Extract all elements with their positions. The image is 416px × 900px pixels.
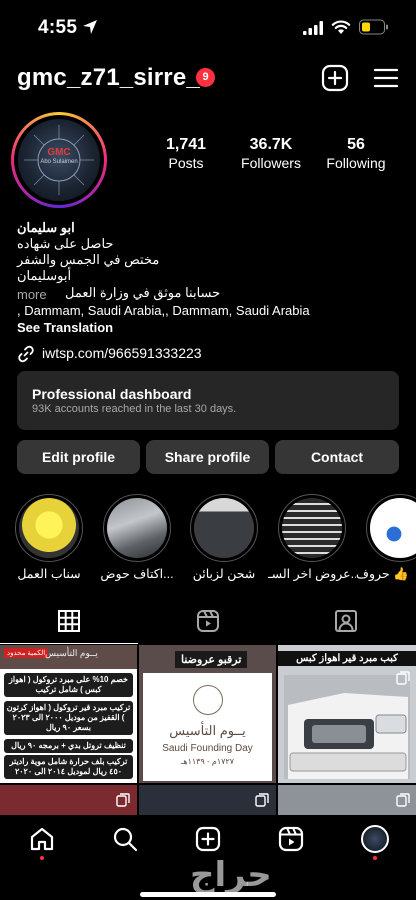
carousel-icon bbox=[396, 671, 410, 685]
post-text-line: تركيب مبرد قير تروكول ( اهواز كرتون ) ال… bbox=[4, 701, 133, 735]
highlight-label: اكتاف حوض... bbox=[100, 567, 174, 581]
status-bar: 4:55 bbox=[0, 0, 416, 54]
menu-icon[interactable] bbox=[372, 64, 400, 92]
carousel-icon bbox=[116, 793, 130, 807]
profile-link-text[interactable]: iwtsp.com/966591333223 bbox=[42, 345, 202, 361]
status-time: 4:55 bbox=[38, 17, 78, 38]
tagged-icon[interactable] bbox=[334, 609, 358, 633]
search-icon[interactable] bbox=[112, 826, 138, 852]
post-header: كبب مبرد قير اهواز كبس bbox=[278, 651, 416, 666]
post-tag: الكمية محدود bbox=[4, 648, 49, 658]
highlight-image bbox=[19, 498, 79, 558]
bio-line-2: مختص في الجمس والشفر bbox=[17, 252, 160, 267]
see-translation-link[interactable]: See Translation bbox=[17, 319, 113, 336]
followers-value: 36.7K bbox=[249, 136, 293, 153]
create-post-icon[interactable] bbox=[195, 826, 221, 852]
home-indicator[interactable] bbox=[140, 892, 276, 897]
wifi-icon bbox=[331, 20, 351, 34]
bio-line-3: أبوسليمان bbox=[17, 268, 72, 283]
new-post-icon[interactable] bbox=[321, 64, 349, 92]
dashboard-subtitle: 93K accounts reached in the last 30 days… bbox=[32, 403, 237, 415]
followers-count[interactable]: 36.7K Followers bbox=[236, 136, 306, 171]
cellular-signal-icon bbox=[303, 21, 323, 35]
post-tile[interactable]: ترقبو عروضنا يــوم التأسيس Saudi Foundin… bbox=[139, 645, 276, 783]
founding-day-title-ar: يــوم التأسيس bbox=[169, 723, 246, 738]
location-arrow-icon bbox=[83, 20, 97, 34]
followers-label: Followers bbox=[241, 155, 301, 171]
carousel-icon bbox=[396, 793, 410, 807]
highlight-label: شحن لزبائن bbox=[192, 567, 256, 581]
posts-count[interactable]: 1,741 Posts bbox=[160, 136, 212, 171]
avatar-logo-text: GMC bbox=[47, 147, 71, 158]
highlight-image bbox=[107, 498, 167, 558]
highlight-cover bbox=[15, 494, 83, 562]
post-tag: ترقبو عروضنا bbox=[175, 651, 248, 668]
founding-day-card: يــوم التأسيس Saudi Founding Day ١٧٢٧م -… bbox=[143, 673, 272, 781]
reels-icon[interactable] bbox=[196, 609, 220, 633]
edit-profile-button[interactable]: Edit profile bbox=[17, 440, 140, 474]
highlight-image bbox=[282, 498, 342, 558]
active-tab-indicator bbox=[0, 643, 138, 644]
home-icon[interactable] bbox=[29, 826, 55, 852]
carousel-icon bbox=[255, 793, 269, 807]
post-tile[interactable] bbox=[139, 785, 276, 815]
post-text-line: تنظيف تروتل بدي + برمجه ٩٠ ريال bbox=[4, 739, 133, 753]
grid-icon[interactable] bbox=[57, 609, 81, 633]
highlight-cover bbox=[366, 494, 416, 562]
share-profile-button[interactable]: Share profile bbox=[146, 440, 269, 474]
haraj-watermark: حراج bbox=[190, 855, 272, 895]
highlight-image bbox=[370, 498, 416, 558]
highlight-cover bbox=[190, 494, 258, 562]
highlight-image bbox=[194, 498, 254, 558]
founding-day-emblem bbox=[193, 685, 223, 715]
home-notification-dot bbox=[40, 856, 44, 860]
truck-image bbox=[284, 675, 410, 779]
highlight-cover bbox=[103, 494, 171, 562]
highlight-cover bbox=[278, 494, 346, 562]
following-count[interactable]: 56 Following bbox=[325, 136, 387, 171]
dashboard-title: Professional dashboard bbox=[32, 386, 192, 402]
post-tile[interactable] bbox=[0, 785, 137, 815]
post-text-line: تركيب بلف حرارة شامل موية راديتر ٤٥٠ ريا… bbox=[4, 755, 133, 779]
following-value: 56 bbox=[347, 136, 365, 153]
post-brand: يــوم التأسيس bbox=[45, 648, 98, 658]
professional-dashboard[interactable]: Professional dashboard 93K accounts reac… bbox=[17, 371, 399, 430]
profile-username[interactable]: gmc_z71_sirre_ bbox=[17, 64, 200, 92]
following-label: Following bbox=[326, 155, 386, 171]
battery-icon bbox=[359, 19, 388, 35]
posts-label: Posts bbox=[168, 155, 204, 171]
bio-more-link[interactable]: more bbox=[17, 286, 47, 303]
founding-day-title-en: Saudi Founding Day bbox=[162, 743, 253, 754]
posts-value: 1,741 bbox=[165, 136, 207, 153]
link-icon bbox=[18, 345, 34, 363]
post-text-line: خصم 10% على مبرد تروكول ( اهواز كبس ) شا… bbox=[4, 673, 133, 697]
profile-avatar-icon[interactable] bbox=[361, 825, 389, 853]
bio-line-1: حاصل على شهاده bbox=[17, 236, 114, 251]
bio-location: , Dammam, Saudi Arabia,, Dammam, Saudi A… bbox=[17, 303, 310, 318]
bottom-navigation: حراج bbox=[0, 815, 416, 900]
highlight-label: عروض اخر السـ... bbox=[268, 567, 356, 581]
founding-day-years: ١٧٢٧م - ١١٣٩هـ bbox=[181, 757, 234, 766]
avatar-frame: GMC Abo Sulaimen bbox=[14, 115, 104, 205]
post-tile[interactable]: كبب مبرد قير اهواز كبس bbox=[278, 645, 416, 783]
post-tile[interactable] bbox=[278, 785, 416, 815]
contact-button[interactable]: Contact bbox=[275, 440, 399, 474]
bio-line-4: حسابنا موثق في وزارة العمل bbox=[65, 285, 221, 300]
profile-notification-dot bbox=[373, 856, 377, 860]
highlight-label: سناب العمل bbox=[17, 567, 81, 581]
profile-avatar[interactable]: GMC Abo Sulaimen bbox=[11, 112, 107, 208]
bio-display-name: ابو سليمان bbox=[17, 220, 75, 235]
highlight-label: حروف 👍 bbox=[356, 567, 409, 581]
avatar-caption: Abo Sulaimen bbox=[40, 159, 78, 165]
avatar-image: GMC Abo Sulaimen bbox=[18, 119, 100, 201]
post-tile[interactable]: الكمية محدود يــوم التأسيس خصم 10% على م… bbox=[0, 645, 137, 783]
reels-nav-icon[interactable] bbox=[278, 826, 304, 852]
notification-badge[interactable]: 9 bbox=[196, 68, 215, 87]
